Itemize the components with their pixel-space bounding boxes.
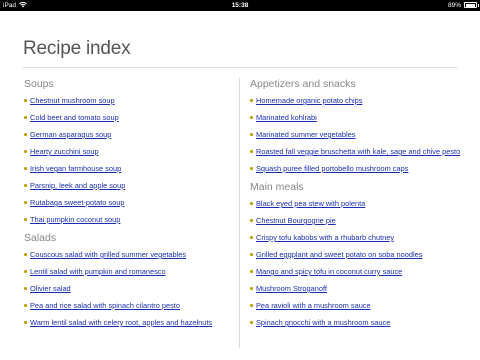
battery-level-fill — [465, 3, 476, 7]
recipe-list-main-meals: Black eyed pea stew with polenta Chestnut… — [250, 199, 462, 327]
bullet-icon — [24, 150, 27, 153]
recipe-link[interactable]: Lentil salad with pumpkin and romanesco — [30, 267, 166, 276]
recipe-link[interactable]: Pea and rice salad with spinach cilantro… — [30, 301, 180, 310]
section-heading-main-meals: Main meals — [250, 181, 304, 193]
battery-icon — [464, 2, 479, 8]
section-heading-salads: Salads — [24, 232, 57, 244]
battery-percent: 89% — [447, 1, 461, 9]
bullet-icon — [24, 218, 27, 221]
recipe-link[interactable]: Cold beet and tomato soup — [30, 113, 119, 122]
recipe-link[interactable]: Roasted fall veggie bruschetta with kale… — [256, 147, 460, 156]
recipe-link[interactable]: Thai pumpkin coconut soup — [30, 215, 120, 224]
recipe-list-item: Hearty zucchini soup — [24, 147, 229, 156]
bullet-icon — [24, 287, 27, 290]
bullet-icon — [24, 304, 27, 307]
recipe-list-item: Roasted fall veggie bruschetta with kale… — [250, 147, 462, 156]
recipe-list-item: Mango and spicy tofu in coconut curry sa… — [250, 267, 462, 276]
bullet-icon — [24, 321, 27, 324]
recipe-list-item: Chestnut Bourgogne pie — [250, 216, 462, 225]
bullet-icon — [250, 270, 253, 273]
bullet-icon — [24, 133, 27, 136]
recipe-list-item: Pea and rice salad with spinach cilantro… — [24, 301, 229, 310]
status-time: 15:38 — [231, 1, 249, 9]
bullet-icon — [250, 150, 253, 153]
recipe-list-item: German asparagus soup — [24, 130, 229, 139]
bullet-icon — [250, 99, 253, 102]
recipe-link[interactable]: Spinach gnocchi with a mushroom sauce — [256, 318, 390, 327]
recipe-link[interactable]: Marinated summer vegetables — [256, 130, 355, 139]
recipe-list-item: Marinated summer vegetables — [250, 130, 462, 139]
recipe-link[interactable]: Olivier salad — [30, 284, 71, 293]
recipe-link[interactable]: German asparagus soup — [30, 130, 111, 139]
title-divider — [23, 67, 457, 68]
recipe-list-item: Pea ravioli with a mushroom sauce — [250, 301, 462, 310]
section-heading-soups: Soups — [24, 78, 54, 90]
column-divider — [239, 78, 240, 348]
recipe-list-item: Mushroom Stroganoff — [250, 284, 462, 293]
recipe-list-item: Squash puree filled portobello mushroom … — [250, 164, 462, 173]
recipe-list-item: Thai pumpkin coconut soup — [24, 215, 229, 224]
recipe-list-item: Parsnip, leek and apple soup — [24, 181, 229, 190]
recipe-link[interactable]: Warm lentil salad with celery root, appl… — [30, 318, 212, 327]
recipe-list-item: Couscous salad with grilled summer veget… — [24, 250, 229, 259]
bullet-icon — [24, 167, 27, 170]
recipe-list-item: Lentil salad with pumpkin and romanesco — [24, 267, 229, 276]
recipe-list-item: Olivier salad — [24, 284, 229, 293]
recipe-link[interactable]: Couscous salad with grilled summer veget… — [30, 250, 186, 259]
recipe-link[interactable]: Chestnut mushroom soup — [30, 96, 115, 105]
recipe-link[interactable]: Pea ravioli with a mushroom sauce — [256, 301, 371, 310]
bullet-icon — [250, 167, 253, 170]
recipe-list-item: Grilled eggplant and sweet potato on sob… — [250, 250, 462, 259]
bullet-icon — [250, 287, 253, 290]
recipe-link[interactable]: Mango and spicy tofu in coconut curry sa… — [256, 267, 402, 276]
recipe-list-item: Chestnut mushroom soup — [24, 96, 229, 105]
bullet-icon — [24, 270, 27, 273]
bullet-icon — [250, 253, 253, 256]
recipe-list-item: Marinated kohlrabi — [250, 113, 462, 122]
recipe-link[interactable]: Chestnut Bourgogne pie — [256, 216, 336, 225]
status-bar-right: 89% — [447, 1, 479, 9]
page-title: Recipe index — [23, 38, 131, 59]
recipe-list-item: Homemade organic potato chips — [250, 96, 462, 105]
right-column: Appetizers and snacks Homemade organic po… — [250, 78, 462, 335]
recipe-list-item: Warm lentil salad with celery root, appl… — [24, 318, 229, 327]
bullet-icon — [250, 236, 253, 239]
recipe-list-item: Irish vegan farmhouse soup — [24, 164, 229, 173]
recipe-link[interactable]: Black eyed pea stew with polenta — [256, 199, 365, 208]
recipe-list-item: Rutabaga sweet-potato soup — [24, 198, 229, 207]
bullet-icon — [250, 116, 253, 119]
bullet-icon — [24, 253, 27, 256]
section-heading-appetizers-and-snacks: Appetizers and snacks — [250, 78, 356, 90]
bullet-icon — [24, 201, 27, 204]
status-bar: iPad 15:38 89% — [0, 0, 480, 11]
recipe-link[interactable]: Squash puree filled portobello mushroom … — [256, 164, 408, 173]
recipe-link[interactable]: Irish vegan farmhouse soup — [30, 164, 121, 173]
recipe-link[interactable]: Homemade organic potato chips — [256, 96, 362, 105]
recipe-list-appetizers-and-snacks: Homemade organic potato chips Marinated k… — [250, 96, 462, 173]
recipe-link[interactable]: Parsnip, leek and apple soup — [30, 181, 125, 190]
bullet-icon — [24, 116, 27, 119]
recipe-list-item: Spinach gnocchi with a mushroom sauce — [250, 318, 462, 327]
recipe-list-item: Black eyed pea stew with polenta — [250, 199, 462, 208]
recipe-link[interactable]: Hearty zucchini soup — [30, 147, 99, 156]
bullet-icon — [250, 321, 253, 324]
bullet-icon — [24, 184, 27, 187]
recipe-list-item: Crispy tofu kabobs with a rhubarb chutne… — [250, 233, 462, 242]
recipe-link[interactable]: Mushroom Stroganoff — [256, 284, 327, 293]
bullet-icon — [250, 202, 253, 205]
recipe-link[interactable]: Crispy tofu kabobs with a rhubarb chutne… — [256, 233, 394, 242]
left-column: Soups Chestnut mushroom soup Cold beet and… — [24, 78, 229, 335]
recipe-link[interactable]: Marinated kohlrabi — [256, 113, 317, 122]
recipe-link[interactable]: Rutabaga sweet-potato soup — [30, 198, 125, 207]
recipe-list-item: Cold beet and tomato soup — [24, 113, 229, 122]
recipe-list-salads: Couscous salad with grilled summer veget… — [24, 250, 229, 327]
bullet-icon — [250, 133, 253, 136]
bullet-icon — [250, 304, 253, 307]
bullet-icon — [250, 219, 253, 222]
recipe-link[interactable]: Grilled eggplant and sweet potato on sob… — [256, 250, 422, 259]
recipe-list-soups: Chestnut mushroom soup Cold beet and toma… — [24, 96, 229, 224]
bullet-icon — [24, 99, 27, 102]
